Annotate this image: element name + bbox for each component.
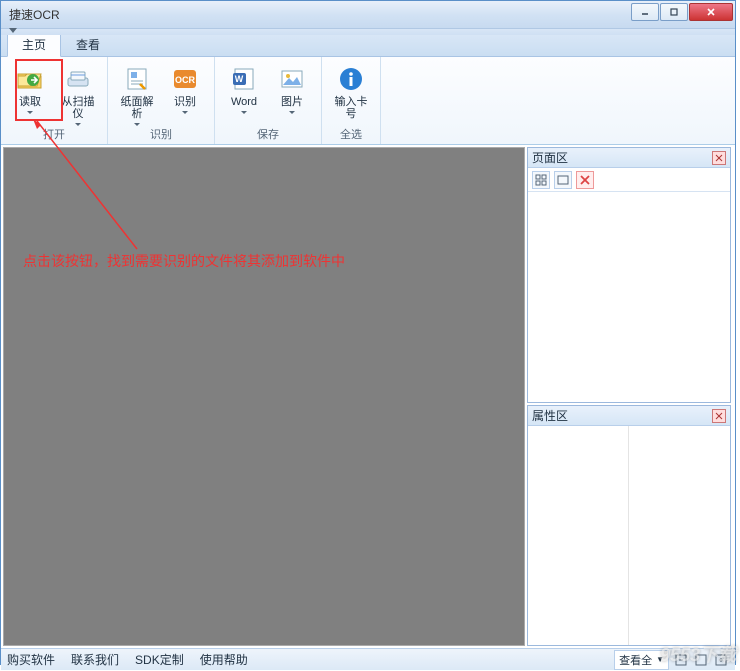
- main-canvas: [3, 147, 525, 646]
- zoom-in-button[interactable]: [713, 652, 729, 668]
- ribbon-group-recognize: 纸面解析 OCR 识别 识别: [108, 57, 215, 144]
- tab-view[interactable]: 查看: [61, 32, 115, 56]
- delete-page-button[interactable]: [576, 171, 594, 189]
- titlebar: 捷速OCR: [1, 1, 735, 29]
- maximize-button[interactable]: [660, 3, 688, 21]
- minimize-button[interactable]: [631, 3, 659, 21]
- buy-link[interactable]: 购买软件: [7, 651, 55, 668]
- svg-text:W: W: [235, 74, 244, 84]
- contact-link[interactable]: 联系我们: [71, 651, 119, 668]
- pages-panel-close[interactable]: [712, 151, 726, 165]
- properties-body: [528, 426, 730, 645]
- pages-panel: 页面区: [527, 147, 731, 403]
- scanner-icon: [63, 64, 93, 94]
- dropdown-icon: [289, 111, 295, 114]
- close-button[interactable]: [689, 3, 733, 21]
- ribbon-tabs: 主页 查看: [1, 35, 735, 57]
- window-title: 捷速OCR: [9, 6, 60, 23]
- sdk-link[interactable]: SDK定制: [135, 651, 184, 668]
- page-parse-icon: [122, 64, 152, 94]
- ocr-icon: OCR: [170, 64, 200, 94]
- list-view-button[interactable]: [554, 171, 572, 189]
- dropdown-icon: [182, 111, 188, 114]
- help-link[interactable]: 使用帮助: [200, 651, 248, 668]
- word-icon: W: [229, 64, 259, 94]
- statusbar: 购买软件 联系我们 SDK定制 使用帮助 查看全▼: [1, 648, 735, 670]
- zoom-fit-button[interactable]: [693, 652, 709, 668]
- info-icon: [336, 64, 366, 94]
- svg-text:OCR: OCR: [175, 75, 196, 85]
- annotation-text: 点击该按钮，找到需要识别的文件将其添加到软件中: [23, 251, 345, 271]
- properties-panel-title: 属性区: [532, 407, 568, 424]
- pages-panel-title: 页面区: [532, 149, 568, 166]
- properties-panel-close[interactable]: [712, 409, 726, 423]
- view-mode-select[interactable]: 查看全▼: [614, 650, 669, 670]
- properties-panel: 属性区: [527, 405, 731, 646]
- quick-access-strip: [1, 29, 735, 35]
- tab-home[interactable]: 主页: [7, 32, 61, 57]
- image-icon: [277, 64, 307, 94]
- pages-toolbar: [528, 168, 730, 192]
- zoom-out-button[interactable]: [673, 652, 689, 668]
- pages-list: [528, 192, 730, 402]
- thumbnail-view-button[interactable]: [532, 171, 550, 189]
- ribbon: 读取 从扫描仪 打开 纸面解析 OCR: [1, 57, 735, 145]
- annotation-highlight: [15, 59, 63, 121]
- dropdown-icon: [241, 111, 247, 114]
- ribbon-group-selectall: 输入卡号 全选: [322, 57, 381, 144]
- ribbon-group-save: W Word 图片 保存: [215, 57, 322, 144]
